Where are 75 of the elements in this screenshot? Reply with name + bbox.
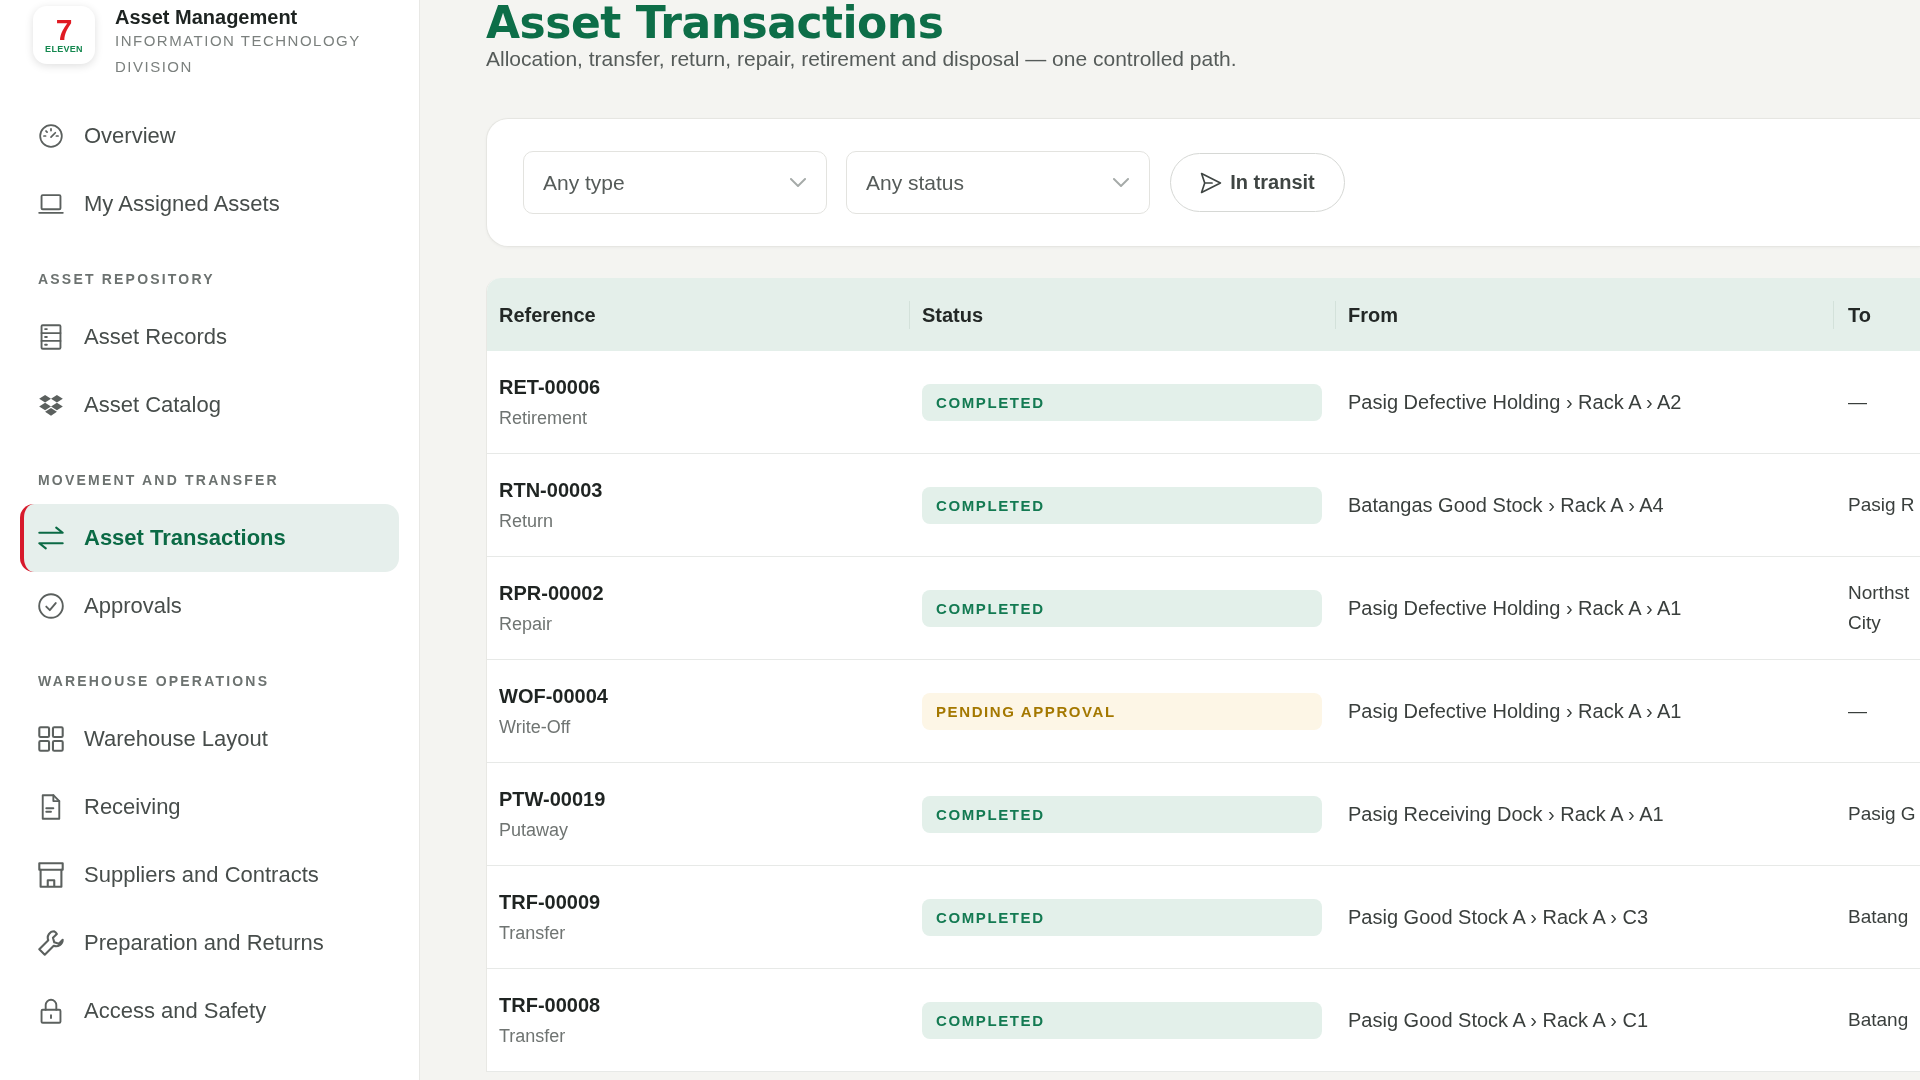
status-badge: COMPLETED: [922, 795, 1322, 833]
status-select[interactable]: Any status: [846, 151, 1150, 214]
reference-code: RPR-00002: [499, 581, 605, 605]
column-header: Status: [909, 300, 1335, 329]
to-location: Northst City: [1848, 581, 1911, 635]
column-header: To: [1833, 300, 1920, 329]
status-badge: COMPLETED: [922, 383, 1322, 421]
chevron-down-icon: [790, 178, 806, 187]
chevron-down-icon: [1113, 178, 1129, 187]
to-location: Pasig G: [1848, 802, 1917, 826]
laptop-icon: [38, 191, 64, 217]
page-title: Asset Transactions: [486, 0, 945, 46]
to-location: Pasig R: [1848, 493, 1916, 517]
section-heading: ASSET REPOSITORY: [38, 270, 216, 288]
from-location: Pasig Defective Holding › Rack A › A2: [1348, 390, 1683, 415]
nav-link[interactable]: Suppliers and Contracts: [20, 841, 399, 909]
check-circle-icon: [38, 593, 64, 619]
boxes-icon: [38, 392, 64, 418]
status-badge: COMPLETED: [922, 898, 1322, 936]
column-header: Reference: [498, 302, 597, 328]
nav-link[interactable]: Receiving: [20, 773, 399, 841]
nav-link[interactable]: My Assigned Assets: [20, 170, 399, 238]
nav-link[interactable]: Access and Safety: [20, 977, 399, 1045]
reference-code: TRF-00008: [499, 993, 602, 1017]
in-transit-toggle[interactable]: In transit: [1170, 153, 1345, 212]
from-location: Batangas Good Stock › Rack A › A4: [1348, 493, 1665, 518]
grid-icon: [38, 726, 64, 752]
transaction-type: Return: [499, 510, 555, 532]
column-header: From: [1335, 300, 1833, 329]
type-select[interactable]: Any type: [523, 151, 827, 214]
nav-link[interactable]: Approvals: [20, 572, 399, 640]
division-name: INFORMATION TECHNOLOGY DIVISION: [115, 31, 362, 77]
to-location: Batang: [1848, 1008, 1910, 1032]
transaction-type: Repair: [499, 613, 554, 635]
transaction-type: Putaway: [499, 819, 570, 841]
from-location: Pasig Defective Holding › Rack A › A1: [1348, 699, 1683, 724]
reference-code: PTW-00019: [499, 787, 607, 811]
transaction-type: Retirement: [499, 407, 589, 429]
reference-code: RET-00006: [499, 375, 602, 399]
nav-link[interactable]: Overview: [20, 102, 399, 170]
nav-link[interactable]: Asset Records: [20, 303, 399, 371]
logo-wordmark: ELEVEN: [45, 44, 83, 54]
section-heading: MOVEMENT AND TRANSFER: [38, 471, 280, 489]
transaction-type: Transfer: [499, 922, 567, 944]
to-location: —: [1848, 699, 1868, 723]
from-location: Pasig Good Stock A › Rack A › C1: [1348, 1008, 1650, 1033]
lock-icon: [38, 998, 64, 1024]
nav-link[interactable]: Warehouse Layout: [20, 705, 399, 773]
reference-code: TRF-00009: [499, 890, 602, 914]
to-location: Batang: [1848, 905, 1910, 929]
gauge-icon: [38, 123, 64, 149]
section-heading: WAREHOUSE OPERATIONS: [38, 672, 271, 690]
page-subtitle: Allocation, transfer, return, repair, retirement and disposal — one controlled path.: [486, 46, 1238, 72]
transaction-type: Write-Off: [499, 716, 572, 738]
reference-code: RTN-00003: [499, 478, 604, 502]
nav-link[interactable]: Asset Catalog: [20, 371, 399, 439]
logo-numeral: 7: [55, 16, 73, 44]
app-title: Asset Management: [115, 6, 299, 28]
nav-link[interactable]: Preparation and Returns: [20, 909, 399, 977]
from-location: Pasig Receiving Dock › Rack A › A1: [1348, 802, 1665, 827]
status-badge: PENDING APPROVAL: [922, 692, 1322, 730]
swap-arrows-icon: [38, 525, 64, 551]
wrench-icon: [38, 930, 64, 956]
reference-code: WOF-00004: [499, 684, 609, 708]
status-badge: COMPLETED: [922, 486, 1322, 524]
to-location: —: [1848, 390, 1868, 414]
status-badge: COMPLETED: [922, 589, 1322, 627]
paper-plane-icon: [1200, 171, 1223, 194]
from-location: Pasig Good Stock A › Rack A › C3: [1348, 905, 1650, 930]
nav-link[interactable]: Asset Transactions: [20, 504, 399, 572]
from-location: Pasig Defective Holding › Rack A › A1: [1348, 596, 1683, 621]
status-badge: COMPLETED: [922, 1001, 1322, 1039]
server-icon: [38, 324, 64, 350]
transaction-type: Transfer: [499, 1025, 567, 1047]
storefront-icon: [38, 862, 64, 888]
